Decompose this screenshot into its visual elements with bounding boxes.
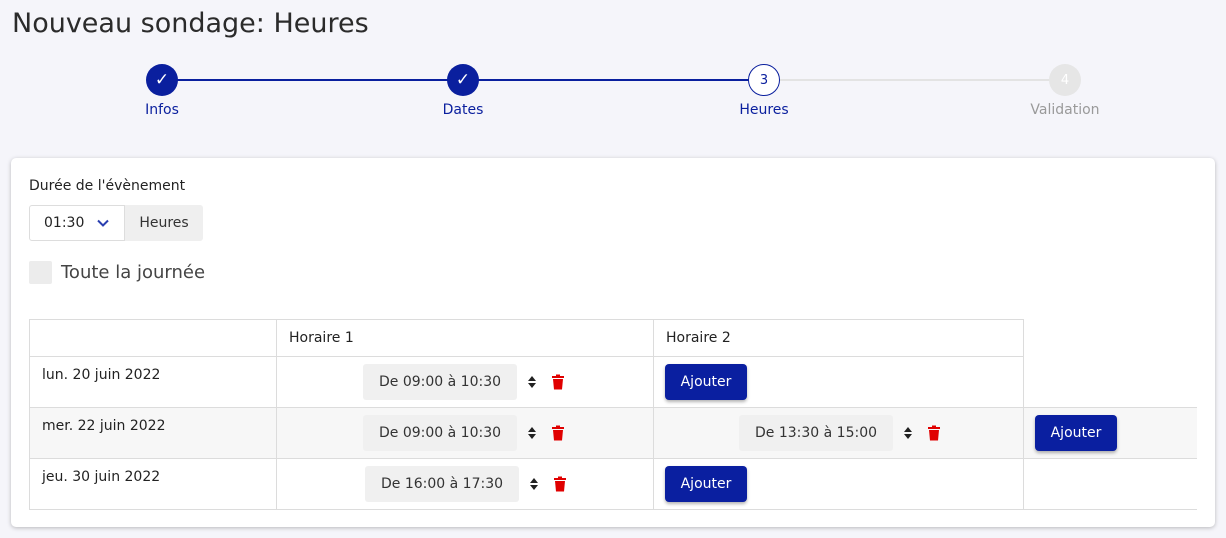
sort-icon[interactable]: [527, 425, 537, 441]
allday-label: Toute la journée: [61, 262, 206, 283]
step-number: 4: [1049, 64, 1081, 96]
duration-group: 01:30 Heures: [29, 205, 203, 241]
time-slot-value[interactable]: De 16:00 à 17:30: [365, 466, 520, 502]
trash-icon[interactable]: [927, 425, 941, 441]
chevron-down-icon: [97, 219, 109, 227]
sort-icon[interactable]: [527, 374, 537, 390]
table-header-cell: [29, 319, 277, 357]
step-infos[interactable]: ✓ Infos: [102, 64, 222, 118]
check-icon: ✓: [146, 64, 178, 96]
sort-icon[interactable]: [903, 425, 913, 441]
step-dates[interactable]: ✓ Dates: [403, 64, 523, 118]
hours-table: Horaire 1 Horaire 2 lun. 20 juin 2022 De…: [29, 319, 1197, 510]
step-heures[interactable]: 3 Heures: [704, 64, 824, 118]
sort-icon[interactable]: [529, 476, 539, 492]
page-title: Nouveau sondage: Heures: [12, 8, 369, 39]
time-slot-value[interactable]: De 09:00 à 10:30: [363, 415, 518, 451]
time-slot: De 09:00 à 10:30: [363, 364, 565, 400]
time-slot-value[interactable]: De 13:30 à 15:00: [739, 415, 894, 451]
add-slot-button[interactable]: Ajouter: [665, 364, 747, 400]
time-slot: De 13:30 à 15:00: [739, 415, 941, 451]
duration-label: Durée de l'évènement: [29, 178, 186, 194]
header-horaire-1: Horaire 1: [289, 330, 354, 346]
header-horaire-2: Horaire 2: [666, 330, 731, 346]
table-header-cell: Horaire 2: [653, 319, 1024, 357]
step-label: Dates: [442, 102, 484, 118]
stepper: ✓ Infos ✓ Dates 3 Heures 4 Validation: [0, 64, 1226, 124]
row-date: jeu. 30 juin 2022: [42, 469, 161, 485]
step-label: Infos: [145, 102, 179, 118]
duration-select[interactable]: 01:30: [29, 205, 125, 241]
trash-icon[interactable]: [551, 374, 565, 390]
step-label: Heures: [739, 102, 789, 118]
add-slot-button[interactable]: Ajouter: [665, 466, 747, 502]
trash-icon[interactable]: [553, 476, 567, 492]
step-label: Validation: [1030, 102, 1100, 118]
check-icon: ✓: [447, 64, 479, 96]
allday-checkbox[interactable]: [29, 261, 52, 284]
time-slot: De 16:00 à 17:30: [365, 466, 567, 502]
time-slot-value[interactable]: De 09:00 à 10:30: [363, 364, 518, 400]
row-date: mer. 22 juin 2022: [42, 418, 166, 434]
allday-option[interactable]: Toute la journée: [29, 261, 205, 284]
hours-card: Durée de l'évènement 01:30 Heures Toute …: [11, 158, 1215, 527]
time-slot: De 09:00 à 10:30: [363, 415, 565, 451]
duration-unit: Heures: [125, 205, 203, 241]
duration-value: 01:30: [44, 215, 85, 231]
step-validation: 4 Validation: [1005, 64, 1125, 118]
step-number: 3: [748, 64, 780, 96]
row-date: lun. 20 juin 2022: [42, 367, 161, 383]
table-header-cell: Horaire 1: [276, 319, 654, 357]
add-slot-button[interactable]: Ajouter: [1035, 415, 1117, 451]
trash-icon[interactable]: [551, 425, 565, 441]
